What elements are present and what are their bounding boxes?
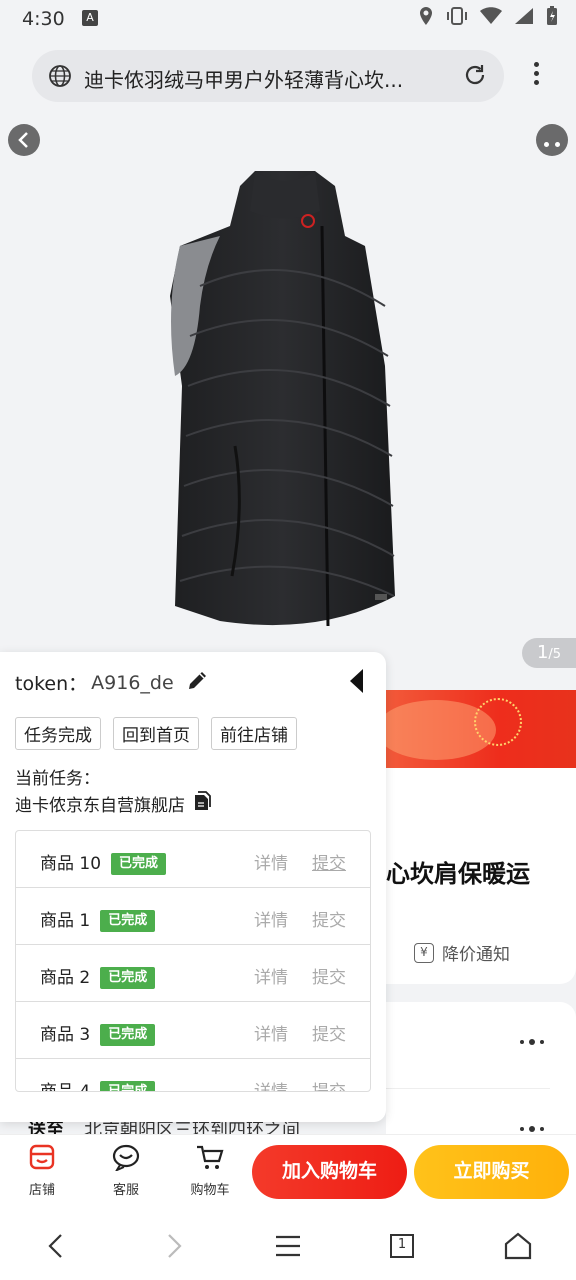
menu-icon[interactable] [270, 1228, 306, 1264]
item-name: 商品 3 [40, 1025, 91, 1045]
status-badge: 已完成 [100, 967, 156, 989]
globe-icon [48, 64, 72, 92]
menu-dots-icon[interactable] [526, 58, 546, 94]
browser-nav-bar: 1 [0, 1208, 576, 1280]
status-badge: 已完成 [111, 853, 167, 875]
home-icon[interactable] [500, 1228, 536, 1264]
forward-icon[interactable] [156, 1228, 192, 1264]
back-home-button[interactable]: 回到首页 [113, 717, 199, 750]
image-counter: 1/5 [522, 638, 576, 668]
cart-button[interactable]: 购物车 [180, 1143, 240, 1198]
detail-link[interactable]: 详情 [254, 1077, 288, 1091]
detail-link[interactable]: 详情 [254, 1020, 288, 1045]
token-label: token： [15, 673, 88, 695]
detail-link[interactable]: 详情 [254, 906, 288, 931]
status-badge: 已完成 [100, 910, 156, 932]
signal-icon [514, 7, 534, 29]
token-row: token： A916_de [15, 668, 210, 697]
more-dots-icon[interactable] [536, 124, 568, 156]
list-item: 商品 4 已完成 详情 提交 [16, 1059, 370, 1092]
back-icon[interactable] [38, 1228, 74, 1264]
status-bar: 4:30 A [0, 0, 576, 36]
collapse-arrow-icon[interactable] [346, 666, 370, 696]
status-badge: 已完成 [100, 1081, 156, 1091]
service-label: 客服 [112, 1183, 139, 1198]
product-title: 心坎肩保暖运 [386, 860, 530, 888]
service-icon [112, 1144, 140, 1173]
submit-link[interactable]: 提交 [312, 849, 346, 874]
product-image-gallery[interactable]: 1/5 [0, 110, 576, 680]
url-text[interactable]: 迪卡侬羽绒马甲男户外轻薄背心坎... [84, 64, 454, 93]
list-item: 商品 3 已完成 详情 提交 [16, 1002, 370, 1059]
item-name: 商品 10 [40, 854, 102, 874]
url-bar[interactable]: 迪卡侬羽绒马甲男户外轻薄背心坎... [32, 50, 504, 102]
wifi-icon [480, 7, 502, 29]
item-name: 商品 2 [40, 968, 91, 988]
submit-link[interactable]: 提交 [312, 1020, 346, 1045]
shop-button[interactable]: 店铺 [12, 1143, 72, 1198]
list-item: 商品 1 已完成 详情 提交 [16, 888, 370, 945]
battery-icon [546, 6, 558, 30]
price-alert-label: 降价通知 [442, 945, 510, 965]
task-complete-button[interactable]: 任务完成 [15, 717, 101, 750]
list-item: 商品 10 已完成 详情 提交 [16, 831, 370, 888]
back-arrow-icon[interactable] [8, 124, 40, 156]
product-task-list: 商品 10 已完成 详情 提交 商品 1 已完成 详情 提交 商品 2 已完成 详情 … [15, 830, 371, 1092]
promo-banner [386, 690, 576, 768]
detail-link[interactable]: 详情 [254, 849, 288, 874]
shop-icon [29, 1144, 55, 1170]
service-button[interactable]: 客服 [96, 1143, 156, 1198]
submit-link[interactable]: 提交 [312, 963, 346, 988]
location-icon [418, 6, 434, 30]
status-time: 4:30 [22, 8, 65, 30]
token-value: A916_de [91, 671, 174, 694]
submit-link[interactable]: 提交 [312, 1077, 346, 1091]
product-info-card: 心坎肩保暖运 ¥ 降价通知 [386, 768, 576, 984]
current-task-value: 迪卡侬京东自营旗舰店 [15, 796, 185, 816]
more-options-icon[interactable] [520, 1126, 544, 1132]
shop-label: 店铺 [28, 1183, 55, 1198]
status-badge: 已完成 [100, 1024, 156, 1046]
current-task-label: 当前任务： [15, 769, 100, 789]
panel-buttons: 任务完成 回到首页 前往店铺 [15, 717, 297, 750]
action-bar: 店铺 客服 购物车 加入购物车 立即购买 [0, 1134, 576, 1208]
tab-count: 1 [397, 1237, 407, 1252]
item-name: 商品 4 [40, 1082, 91, 1092]
copy-icon[interactable] [193, 791, 211, 816]
font-a-icon: A [82, 10, 98, 26]
item-name: 商品 1 [40, 911, 91, 931]
status-icons [418, 6, 558, 30]
price-tag-icon: ¥ [414, 942, 434, 963]
cart-label: 购物车 [190, 1183, 230, 1198]
pencil-icon[interactable] [186, 668, 210, 697]
current-task: 迪卡侬京东自营旗舰店 [15, 791, 211, 816]
price-alert-button[interactable]: ¥ 降价通知 [414, 940, 510, 965]
options-card [386, 1002, 576, 1142]
detail-link[interactable]: 详情 [254, 963, 288, 988]
more-options-icon[interactable] [520, 1039, 544, 1045]
cart-icon [197, 1145, 224, 1169]
tabs-icon[interactable]: 1 [384, 1228, 420, 1264]
buy-now-button[interactable]: 立即购买 [414, 1145, 569, 1199]
submit-link[interactable]: 提交 [312, 906, 346, 931]
add-to-cart-button[interactable]: 加入购物车 [252, 1145, 407, 1199]
reload-icon[interactable] [462, 62, 488, 92]
list-item: 商品 2 已完成 详情 提交 [16, 945, 370, 1002]
down-vest-image [170, 171, 395, 627]
vibrate-icon [446, 6, 468, 30]
go-store-button[interactable]: 前往店铺 [211, 717, 297, 750]
task-panel: token： A916_de 任务完成 回到首页 前往店铺 当前任务： 迪卡侬京… [0, 652, 386, 1122]
